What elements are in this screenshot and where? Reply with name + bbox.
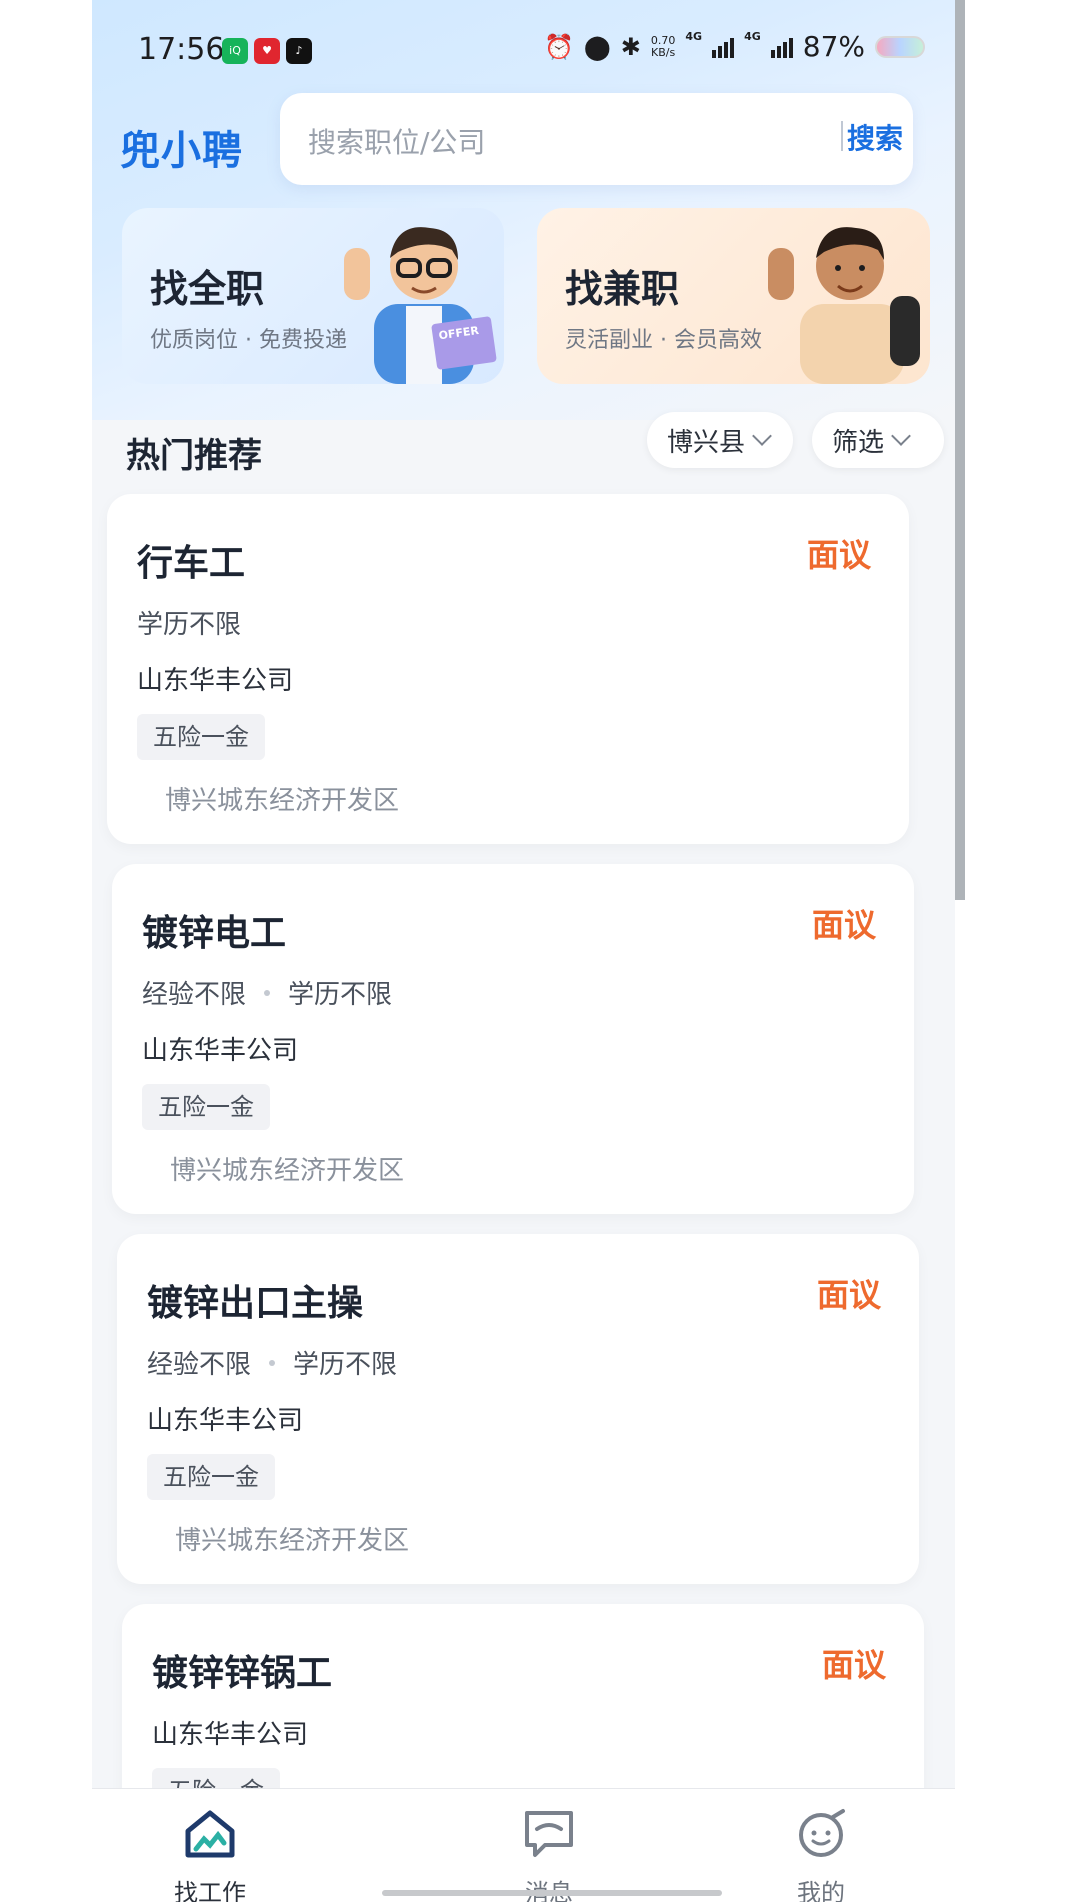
location-icon: ⬤ <box>583 32 611 61</box>
nav-item-find-job[interactable]: 找工作 <box>150 1807 270 1902</box>
job-requirement: 学历不限 <box>293 1350 398 1380</box>
full-time-card[interactable]: 找全职 优质岗位 · 免费投递 OFFER <box>122 208 504 384</box>
part-time-title: 找兼职 <box>565 267 680 311</box>
message-icon <box>525 1811 573 1857</box>
job-benefit-tag: 五险一金 <box>137 714 265 760</box>
chevron-down-icon <box>752 426 772 446</box>
region-filter-button[interactable]: 博兴县 <box>647 412 793 468</box>
job-benefit-tag: 五险一金 <box>142 1084 270 1130</box>
job-title: 镀锌锌锅工 <box>152 1653 333 1694</box>
job-requirement: 学历不限 <box>137 610 242 640</box>
job-location: 博兴城东经济开发区 <box>165 786 400 816</box>
nav-item-messages[interactable]: 消息 <box>489 1807 609 1902</box>
job-location: 博兴城东经济开发区 <box>175 1526 410 1556</box>
screen-backdrop-left <box>0 0 92 1902</box>
status-time: 17:56 <box>138 32 225 67</box>
job-benefit-tag: 五险一金 <box>147 1454 275 1500</box>
part-time-subtitle: 灵活副业 · 会员高效 <box>565 328 762 353</box>
job-requirements: 经验不限 学历不限 <box>147 1344 397 1381</box>
device-edge <box>955 0 965 900</box>
part-time-card[interactable]: 找兼职 灵活副业 · 会员高效 <box>537 208 930 384</box>
filter-label: 筛选 <box>832 427 885 458</box>
network-speed: 0.70 KB/s <box>651 34 676 59</box>
job-requirements: 学历不限 <box>137 604 241 641</box>
job-salary: 面议 <box>806 536 871 574</box>
network-type-1: 4G <box>685 30 703 43</box>
job-card[interactable]: 镀锌出口主操 面议 经验不限 学历不限 山东华丰公司 五险一金 博兴城东经济开发… <box>117 1234 919 1584</box>
search-divider <box>841 121 843 151</box>
job-card[interactable]: 镀锌电工 面议 经验不限 学历不限 山东华丰公司 五险一金 博兴城东经济开发区 <box>112 864 914 1214</box>
profile-icon <box>799 1809 845 1857</box>
bluetooth-icon: ✱ <box>620 32 641 61</box>
job-location: 博兴城东经济开发区 <box>170 1156 405 1186</box>
status-indicators: ⏰ ⬤ ✱ 0.70 KB/s 4G 4G 87% <box>544 30 925 63</box>
tiktok-icon: ♪ <box>286 38 312 64</box>
nav-label-messages: 消息 <box>489 1873 609 1902</box>
job-company: 山东华丰公司 <box>137 666 294 696</box>
full-time-title: 找全职 <box>150 267 265 311</box>
search-input[interactable]: 搜索职位/公司 <box>308 121 485 161</box>
job-requirement: 经验不限 <box>142 980 247 1010</box>
job-title: 镀锌电工 <box>142 913 287 954</box>
chevron-down-icon <box>891 426 911 446</box>
home-indicator[interactable] <box>382 1890 722 1896</box>
office-worker-illustration: OFFER <box>344 227 497 384</box>
job-company: 山东华丰公司 <box>152 1720 309 1750</box>
job-card[interactable]: 行车工 面议 学历不限 山东华丰公司 五险一金 博兴城东经济开发区 <box>107 494 909 844</box>
status-bar: 17:56 iQ ♥ ♪ ⏰ ⬤ ✱ 0.70 KB/s 4G 4G 87% <box>92 24 955 74</box>
screen-backdrop-right <box>955 0 1070 1902</box>
job-salary: 面议 <box>821 1646 886 1684</box>
job-company: 山东华丰公司 <box>142 1036 299 1066</box>
separator-dot <box>264 989 271 996</box>
job-requirements: 经验不限 学历不限 <box>142 974 392 1011</box>
region-filter-label: 博兴县 <box>667 427 746 458</box>
filter-button[interactable]: 筛选 <box>812 412 944 468</box>
signal-icon-2 <box>770 36 793 58</box>
search-bar[interactable]: 搜索职位/公司 搜索 <box>280 93 913 185</box>
search-button[interactable]: 搜索 <box>847 117 903 157</box>
app-screen: 17:56 iQ ♥ ♪ ⏰ ⬤ ✱ 0.70 KB/s 4G 4G 87% 兜… <box>92 0 955 1902</box>
separator-dot <box>269 1359 276 1366</box>
network-type-2: 4G <box>744 30 761 43</box>
job-requirement: 经验不限 <box>147 1350 252 1380</box>
battery-percent: 87% <box>802 30 865 63</box>
red-app-icon: ♥ <box>254 38 280 64</box>
nav-label-find-job: 找工作 <box>174 1879 246 1902</box>
job-company: 山东华丰公司 <box>147 1406 304 1436</box>
nav-label-profile: 我的 <box>797 1879 845 1902</box>
home-work-icon <box>185 1810 235 1858</box>
job-title: 行车工 <box>137 543 246 584</box>
job-title: 镀锌出口主操 <box>147 1283 364 1324</box>
section-title: 热门推荐 <box>126 436 262 476</box>
network-speed-unit: KB/s <box>651 45 676 59</box>
job-requirement: 学历不限 <box>288 980 393 1010</box>
casual-worker-illustration <box>768 227 920 384</box>
job-salary: 面议 <box>811 906 876 944</box>
nav-item-profile[interactable]: 我的 <box>761 1807 881 1902</box>
iqiyi-icon: iQ <box>222 38 248 64</box>
bottom-nav: 找工作 消息 我的 <box>92 1788 955 1902</box>
app-brand: 兜小聘 <box>120 128 243 174</box>
battery-icon <box>875 35 925 58</box>
alarm-icon: ⏰ <box>544 32 574 61</box>
job-salary: 面议 <box>816 1276 881 1314</box>
signal-icon <box>712 36 735 58</box>
full-time-subtitle: 优质岗位 · 免费投递 <box>150 328 347 353</box>
